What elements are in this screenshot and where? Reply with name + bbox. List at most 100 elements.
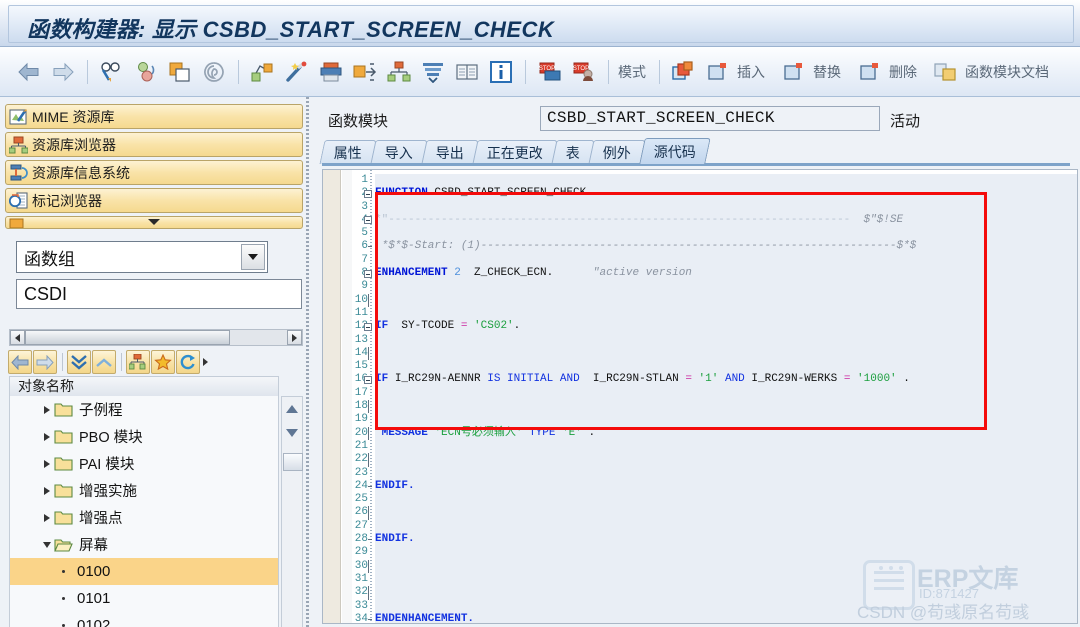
- sidebar-item-mime-repository[interactable]: MIME 资源库: [5, 104, 303, 129]
- scroll-down-button[interactable]: [282, 421, 302, 445]
- tree-item-screen-0102[interactable]: 0102: [10, 612, 278, 627]
- clipped-item-icon: [9, 218, 24, 228]
- sidebar-item-repository-browser[interactable]: 资源库浏览器: [5, 132, 303, 157]
- toolbar-items: STOP STOP 模式 插入 替换 删除 函数模块文档: [12, 47, 1055, 97]
- navigate-icon[interactable]: [248, 57, 278, 87]
- tab-label: 属性: [333, 144, 362, 161]
- debugger-icon[interactable]: STOP: [535, 57, 565, 87]
- printer-icon[interactable]: [316, 57, 346, 87]
- fold-bar: [368, 559, 369, 573]
- fold-marker-icon[interactable]: [364, 322, 372, 331]
- tab-attributes[interactable]: 属性: [319, 140, 377, 164]
- chevron-down-icon[interactable]: [40, 541, 54, 548]
- tree-item-screen-0101[interactable]: 0101: [10, 585, 278, 612]
- sidebar-item-tag-browser[interactable]: 标记浏览器: [5, 188, 303, 213]
- display-change-icon[interactable]: [97, 57, 127, 87]
- back-arrow-icon[interactable]: [14, 57, 44, 87]
- replace-icon[interactable]: [779, 57, 809, 87]
- fold-bar: [368, 293, 369, 307]
- chevron-down-icon[interactable]: [148, 219, 160, 225]
- create-object-button[interactable]: [126, 350, 150, 374]
- tree-toolbar-overflow-icon[interactable]: [203, 358, 208, 366]
- pattern-stack-icon[interactable]: [669, 57, 699, 87]
- copy-icon[interactable]: [165, 57, 195, 87]
- chevron-right-icon[interactable]: [40, 432, 54, 441]
- tree-item-pbo-modules[interactable]: PBO 模块: [10, 423, 278, 450]
- chevron-down-icon[interactable]: [241, 244, 265, 270]
- code-line: IF I_RC29N-AENNR IS INITIAL AND I_RC29N-…: [364, 373, 1077, 386]
- tree-vertical-scrollbar[interactable]: [281, 396, 303, 627]
- tab-changing[interactable]: 正在更改: [472, 140, 558, 164]
- object-type-select[interactable]: 函数组: [16, 241, 268, 273]
- mode-label[interactable]: 模式: [618, 62, 646, 82]
- forward-arrow-icon[interactable]: [48, 57, 78, 87]
- tree-item-screen-0100[interactable]: 0100: [10, 558, 278, 585]
- function-module-name-input[interactable]: CSBD_START_SCREEN_CHECK: [540, 106, 880, 131]
- function-module-doc-label[interactable]: 函数模块文档: [965, 62, 1049, 82]
- chevron-right-icon[interactable]: [40, 405, 54, 414]
- toolbar-separator-4: [608, 60, 609, 84]
- tab-exceptions[interactable]: 例外: [588, 140, 646, 164]
- function-group-input[interactable]: CSDI: [16, 279, 302, 309]
- collapse-all-button[interactable]: [92, 350, 116, 374]
- pattern-icon[interactable]: [199, 57, 229, 87]
- insert-icon[interactable]: [703, 57, 733, 87]
- tab-export[interactable]: 导出: [421, 140, 479, 164]
- fold-marker-icon[interactable]: [364, 189, 372, 198]
- tab-import[interactable]: 导入: [370, 140, 428, 164]
- scroll-left-button[interactable]: [10, 330, 25, 345]
- refresh-button[interactable]: [176, 350, 200, 374]
- chevron-right-icon[interactable]: [40, 486, 54, 495]
- line-number: 1: [361, 174, 368, 186]
- tab-source-code[interactable]: 源代码: [639, 138, 711, 164]
- expand-all-button[interactable]: [67, 350, 91, 374]
- fold-bar: [368, 346, 369, 361]
- tree-item-enhancement-points[interactable]: 增强点: [10, 504, 278, 531]
- magic-wand-icon[interactable]: [282, 57, 312, 87]
- editor-code-area[interactable]: FUNCTION CSBD_START_SCREEN_CHECK. *"----…: [364, 174, 1077, 623]
- title-bar: 函数构建器: 显示 CSBD_START_SCREEN_CHECK: [0, 0, 1080, 47]
- sidebar-item-repository-info-system[interactable]: 资源库信息系统: [5, 160, 303, 185]
- info-icon[interactable]: [486, 57, 516, 87]
- tree-back-button[interactable]: [8, 350, 32, 374]
- sidebar-horizontal-scrollbar[interactable]: [9, 329, 303, 346]
- delete-icon[interactable]: [855, 57, 885, 87]
- scroll-thumb[interactable]: [25, 330, 230, 345]
- stop-icon[interactable]: STOP: [569, 57, 599, 87]
- favorites-button[interactable]: [151, 350, 175, 374]
- chevron-right-icon[interactable]: [40, 513, 54, 522]
- list-icon[interactable]: [452, 57, 482, 87]
- line-number: 32: [354, 586, 368, 599]
- object-tree[interactable]: 子例程 PBO 模块 PAI 模块 增强实施 增强点 屏幕 0100 0101 …: [9, 396, 279, 627]
- scroll-up-button[interactable]: [282, 397, 302, 421]
- tree-item-subroutines[interactable]: 子例程: [10, 396, 278, 423]
- fold-marker-icon[interactable]: [364, 216, 372, 225]
- page-title: 函数构建器: 显示 CSBD_START_SCREEN_CHECK: [27, 12, 554, 44]
- line-number: 10: [354, 293, 368, 306]
- code-line: [368, 506, 1077, 520]
- delete-label[interactable]: 删除: [889, 62, 917, 82]
- chevron-right-icon[interactable]: [40, 459, 54, 468]
- fold-marker-icon[interactable]: [364, 375, 372, 384]
- line-number: 22: [354, 453, 368, 466]
- expand-icon[interactable]: [350, 57, 380, 87]
- compress-icon[interactable]: [418, 57, 448, 87]
- source-code-editor[interactable]: 1234567891011121314151617181920212223242…: [322, 169, 1078, 624]
- scroll-right-button[interactable]: [287, 330, 302, 345]
- tree-forward-button[interactable]: [33, 350, 57, 374]
- function-module-doc-icon[interactable]: [931, 57, 961, 87]
- line-number: 9: [361, 280, 368, 293]
- tree-item-screens[interactable]: 屏幕: [10, 531, 278, 558]
- tree-item-pai-modules[interactable]: PAI 模块: [10, 450, 278, 477]
- hierarchy-icon[interactable]: [384, 57, 414, 87]
- object-type-value: 函数组: [24, 249, 75, 269]
- other-object-icon[interactable]: [131, 57, 161, 87]
- scroll-thumb[interactable]: [283, 453, 303, 471]
- fold-marker-icon[interactable]: [364, 269, 372, 278]
- line-number: 27: [354, 519, 368, 532]
- insert-label[interactable]: 插入: [737, 62, 765, 82]
- tab-label: 导出: [435, 144, 464, 161]
- scroll-track[interactable]: [25, 330, 287, 345]
- tree-item-enhancement-implementations[interactable]: 增强实施: [10, 477, 278, 504]
- replace-label[interactable]: 替换: [813, 62, 841, 82]
